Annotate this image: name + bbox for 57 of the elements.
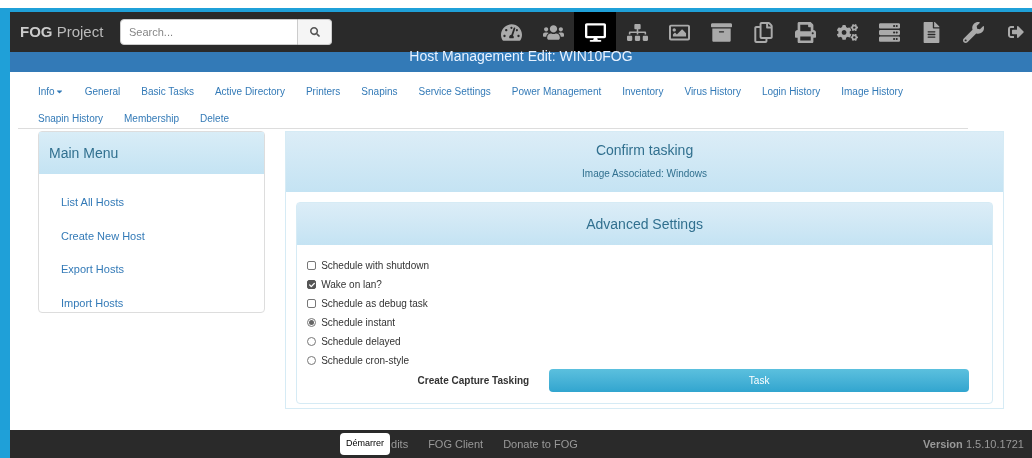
menu-link[interactable]: Create New Host — [61, 227, 243, 244]
server-icon — [878, 21, 900, 43]
radio-button[interactable] — [307, 337, 317, 346]
panel-subtitle: Image Associated: Windows — [582, 167, 708, 181]
menu-link[interactable]: List All Hosts — [61, 194, 243, 211]
nav-tab[interactable]: Inventory — [622, 84, 664, 98]
sitemap-icon — [626, 21, 648, 43]
dashboard-icon — [500, 21, 522, 43]
nav-tab[interactable]: Basic Tasks — [141, 84, 194, 98]
option-label: Schedule with shutdown — [321, 259, 429, 272]
panel-title: Advanced Settings — [586, 214, 703, 234]
option-label: Schedule delayed — [321, 335, 401, 348]
option-label: Wake on lan? — [321, 278, 382, 291]
menu-link[interactable]: Export Hosts — [61, 261, 243, 278]
wrench-icon — [962, 21, 984, 43]
search-button[interactable] — [298, 19, 332, 45]
radio-button[interactable] — [307, 356, 317, 365]
nav-tab[interactable]: Image History — [841, 84, 903, 98]
radio-button[interactable] — [307, 318, 317, 327]
printer-icon — [794, 21, 816, 43]
nav-tab[interactable]: Delete — [200, 111, 229, 125]
nav-tab[interactable]: Login History — [761, 84, 821, 98]
option-label: Schedule cron-style — [321, 354, 409, 367]
action-label: Create Capture Tasking — [416, 374, 530, 388]
version-text: Version 1.5.10.1721 — [923, 436, 1024, 452]
panel-title: Confirm tasking — [595, 141, 694, 160]
search-field[interactable]: Search... — [120, 19, 298, 45]
nav-tab[interactable]: General — [84, 84, 121, 98]
tooltip: Démarrer — [340, 433, 390, 455]
nav-button[interactable] — [574, 12, 616, 52]
nav-tab[interactable]: Info — [38, 84, 64, 98]
checkbox[interactable] — [307, 299, 317, 308]
nav-tab[interactable]: Snapin History — [38, 111, 104, 125]
menu-link[interactable]: Import Hosts — [61, 294, 243, 311]
page-title: Host Management Edit: WIN10FOG — [409, 50, 633, 62]
nav-tab[interactable]: Active Directory — [214, 84, 285, 98]
nav-tab[interactable]: Virus History — [684, 84, 741, 98]
checkbox[interactable] — [307, 261, 317, 270]
nav-tab[interactable]: Power Management — [511, 84, 602, 98]
search-icon — [309, 27, 320, 37]
footer-link[interactable]: FOG Client — [428, 435, 484, 453]
footer-link[interactable]: Donate to FOG — [503, 435, 578, 453]
settings-icon — [836, 21, 858, 43]
nav-tab[interactable]: Service Settings — [418, 84, 491, 98]
footer-link[interactable]: dits — [391, 435, 409, 453]
nav-tab[interactable]: Membership — [124, 111, 180, 125]
option-label: Schedule as debug task — [321, 297, 428, 310]
nav-tab[interactable]: Printers — [305, 84, 341, 98]
nav-tab[interactable]: Snapins — [361, 84, 398, 98]
checkbox[interactable] — [307, 280, 317, 289]
monitor-icon — [584, 21, 606, 43]
brand-title[interactable]: FOG Project — [10, 20, 120, 44]
logout-icon — [1008, 24, 1024, 40]
archive-box-icon — [710, 21, 732, 43]
option-label: Schedule instant — [321, 316, 396, 329]
panel-title: Main Menu — [49, 143, 119, 163]
copy-icon — [752, 21, 774, 43]
